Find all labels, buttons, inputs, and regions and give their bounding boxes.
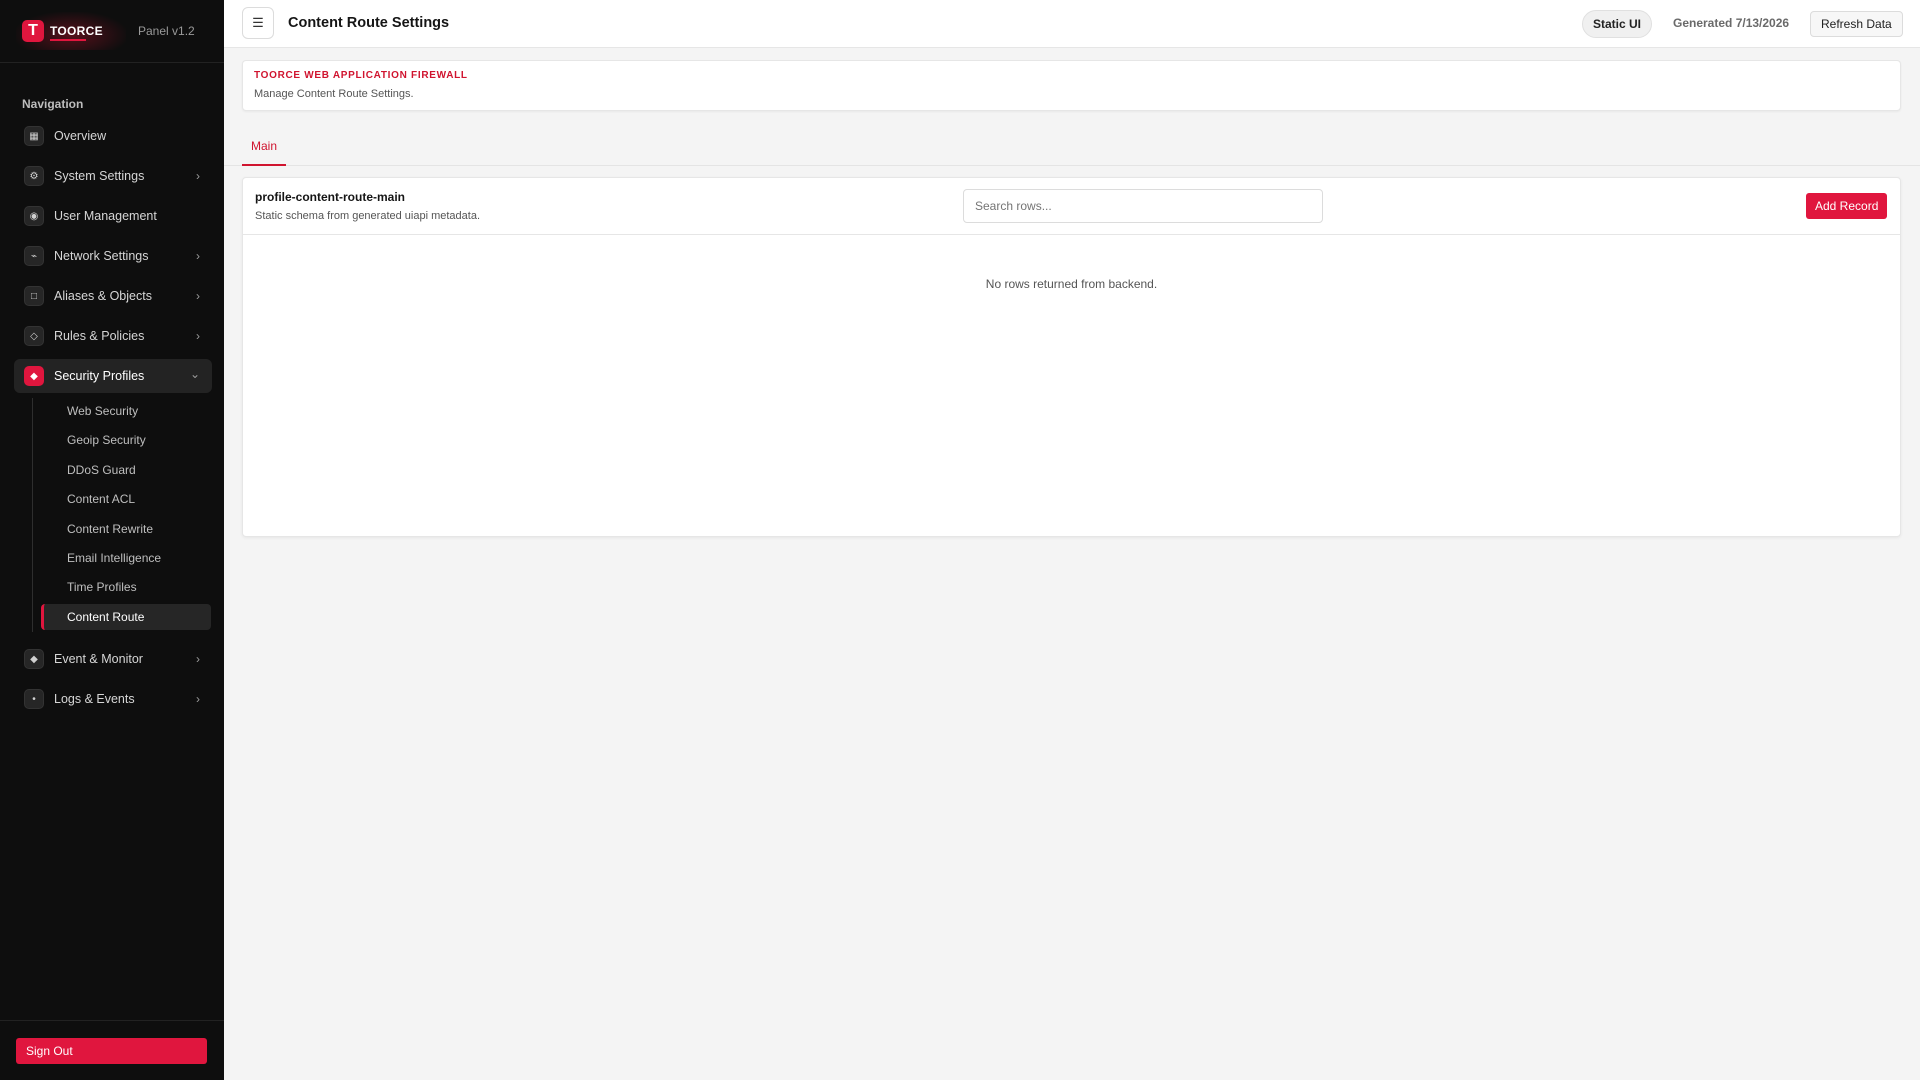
sidebar-item-label: Overview xyxy=(54,129,107,143)
sidebar-subitem-content-rewrite[interactable]: Content Rewrite xyxy=(41,516,211,542)
product-eyebrow: TOORCE WEB APPLICATION FIREWALL xyxy=(254,70,468,81)
sidebar-item-label: User Management xyxy=(54,209,157,223)
sign-out-button[interactable]: Sign Out xyxy=(16,1038,207,1064)
search-rows-input[interactable] xyxy=(963,189,1323,223)
chevron-right-icon: › xyxy=(196,289,200,303)
sidebar-subitem-label: Time Profiles xyxy=(67,580,137,594)
sidebar-subitem-ddos-guard[interactable]: DDoS Guard xyxy=(41,457,211,483)
sidebar-item-label: Rules & Policies xyxy=(54,329,145,343)
sidebar-subitem-web-security[interactable]: Web Security xyxy=(41,398,211,424)
square-icon: □ xyxy=(24,286,44,306)
sidebar: T TOORCE Panel v1.2 Navigation ▦ Overvie… xyxy=(0,0,224,1080)
hamburger-icon: ☰ xyxy=(252,15,264,30)
table-header: profile-content-route-main Static schema… xyxy=(243,178,1900,235)
sidebar-item-security-profiles[interactable]: ◆ Security Profiles ⌄ xyxy=(14,359,212,393)
page-header-card: TOORCE WEB APPLICATION FIREWALL Manage C… xyxy=(242,60,1901,111)
page-title: Content Route Settings xyxy=(288,15,450,31)
sidebar-item-user-management[interactable]: ◉ User Management xyxy=(14,200,212,232)
sidebar-footer-divider xyxy=(0,1020,224,1021)
sidebar-item-label: Event & Monitor xyxy=(54,652,143,666)
brand-name: TOORCE xyxy=(50,24,103,41)
sidebar-subitem-label: Email Intelligence xyxy=(67,551,162,565)
panel-version: Panel v1.2 xyxy=(138,24,195,38)
sidebar-item-network-settings[interactable]: ⌁ Network Settings › xyxy=(14,240,212,272)
topbar: ☰ Content Route Settings Static UI Gener… xyxy=(224,0,1920,48)
sidebar-subitem-label: Content Route xyxy=(67,610,145,624)
static-ui-badge: Static UI xyxy=(1582,10,1653,38)
menu-toggle-button[interactable]: ☰ xyxy=(242,7,274,39)
sidebar-subitem-email-intelligence[interactable]: Email Intelligence xyxy=(41,545,211,571)
sidebar-subitem-geoip-security[interactable]: Geoip Security xyxy=(41,427,211,453)
diamond-icon: ◆ xyxy=(24,649,44,669)
gear-icon: ⚙ xyxy=(24,166,44,186)
network-icon: ⌁ xyxy=(24,246,44,266)
sidebar-item-label: Logs & Events xyxy=(54,692,135,706)
dot-icon: • xyxy=(24,689,44,709)
sidebar-item-event-monitor[interactable]: ◆ Event & Monitor › xyxy=(14,643,212,675)
sidebar-item-label: Network Settings xyxy=(54,249,149,263)
chevron-right-icon: › xyxy=(196,249,200,263)
sidebar-item-rules-policies[interactable]: ◇ Rules & Policies › xyxy=(14,320,212,352)
sidebar-subitem-label: Web Security xyxy=(67,404,139,418)
tab-bar: Main xyxy=(224,128,1920,166)
table-card: profile-content-route-main Static schema… xyxy=(242,177,1901,537)
sidebar-item-aliases-objects[interactable]: □ Aliases & Objects › xyxy=(14,280,212,312)
brand-logo-icon: T xyxy=(22,20,44,42)
chevron-right-icon: › xyxy=(196,169,200,183)
chevron-right-icon: › xyxy=(196,329,200,343)
sidebar-subitem-content-route[interactable]: Content Route xyxy=(41,604,211,630)
diamond-outline-icon: ◇ xyxy=(24,326,44,346)
sidebar-item-label: System Settings xyxy=(54,169,145,183)
sidebar-subitem-content-acl[interactable]: Content ACL xyxy=(41,486,211,512)
refresh-data-button[interactable]: Refresh Data xyxy=(1810,11,1903,37)
sidebar-subitem-label: DDoS Guard xyxy=(67,463,136,477)
submenu-guide-line xyxy=(32,398,33,632)
sidebar-item-system-settings[interactable]: ⚙ System Settings › xyxy=(14,160,212,192)
grid-icon: ▦ xyxy=(24,126,44,146)
chevron-down-icon: ⌄ xyxy=(189,367,200,381)
sidebar-subitem-label: Content ACL xyxy=(67,492,136,506)
generated-date: Generated 7/13/2026 xyxy=(1673,16,1790,30)
sidebar-subitem-time-profiles[interactable]: Time Profiles xyxy=(41,574,211,600)
tab-main[interactable]: Main xyxy=(242,128,287,166)
page-subtitle: Manage Content Route Settings. xyxy=(254,88,414,100)
chevron-right-icon: › xyxy=(196,652,200,666)
sidebar-divider xyxy=(0,62,224,63)
brand[interactable]: T TOORCE xyxy=(16,12,126,50)
empty-state-message: No rows returned from backend. xyxy=(985,277,1158,291)
sidebar-item-logs-events[interactable]: • Logs & Events › xyxy=(14,683,212,715)
sidebar-subitem-label: Content Rewrite xyxy=(67,522,154,536)
table-description: Static schema from generated uiapi metad… xyxy=(255,210,481,222)
sidebar-item-label: Security Profiles xyxy=(54,369,145,383)
table-name: profile-content-route-main xyxy=(255,190,405,204)
user-icon: ◉ xyxy=(24,206,44,226)
nav-heading: Navigation xyxy=(22,97,84,111)
shield-icon: ◆ xyxy=(24,366,44,386)
sidebar-item-label: Aliases & Objects xyxy=(54,289,152,303)
sidebar-item-overview[interactable]: ▦ Overview xyxy=(14,120,212,152)
chevron-right-icon: › xyxy=(196,692,200,706)
add-record-button[interactable]: Add Record xyxy=(1806,193,1888,219)
sidebar-subitem-label: Geoip Security xyxy=(67,433,146,447)
